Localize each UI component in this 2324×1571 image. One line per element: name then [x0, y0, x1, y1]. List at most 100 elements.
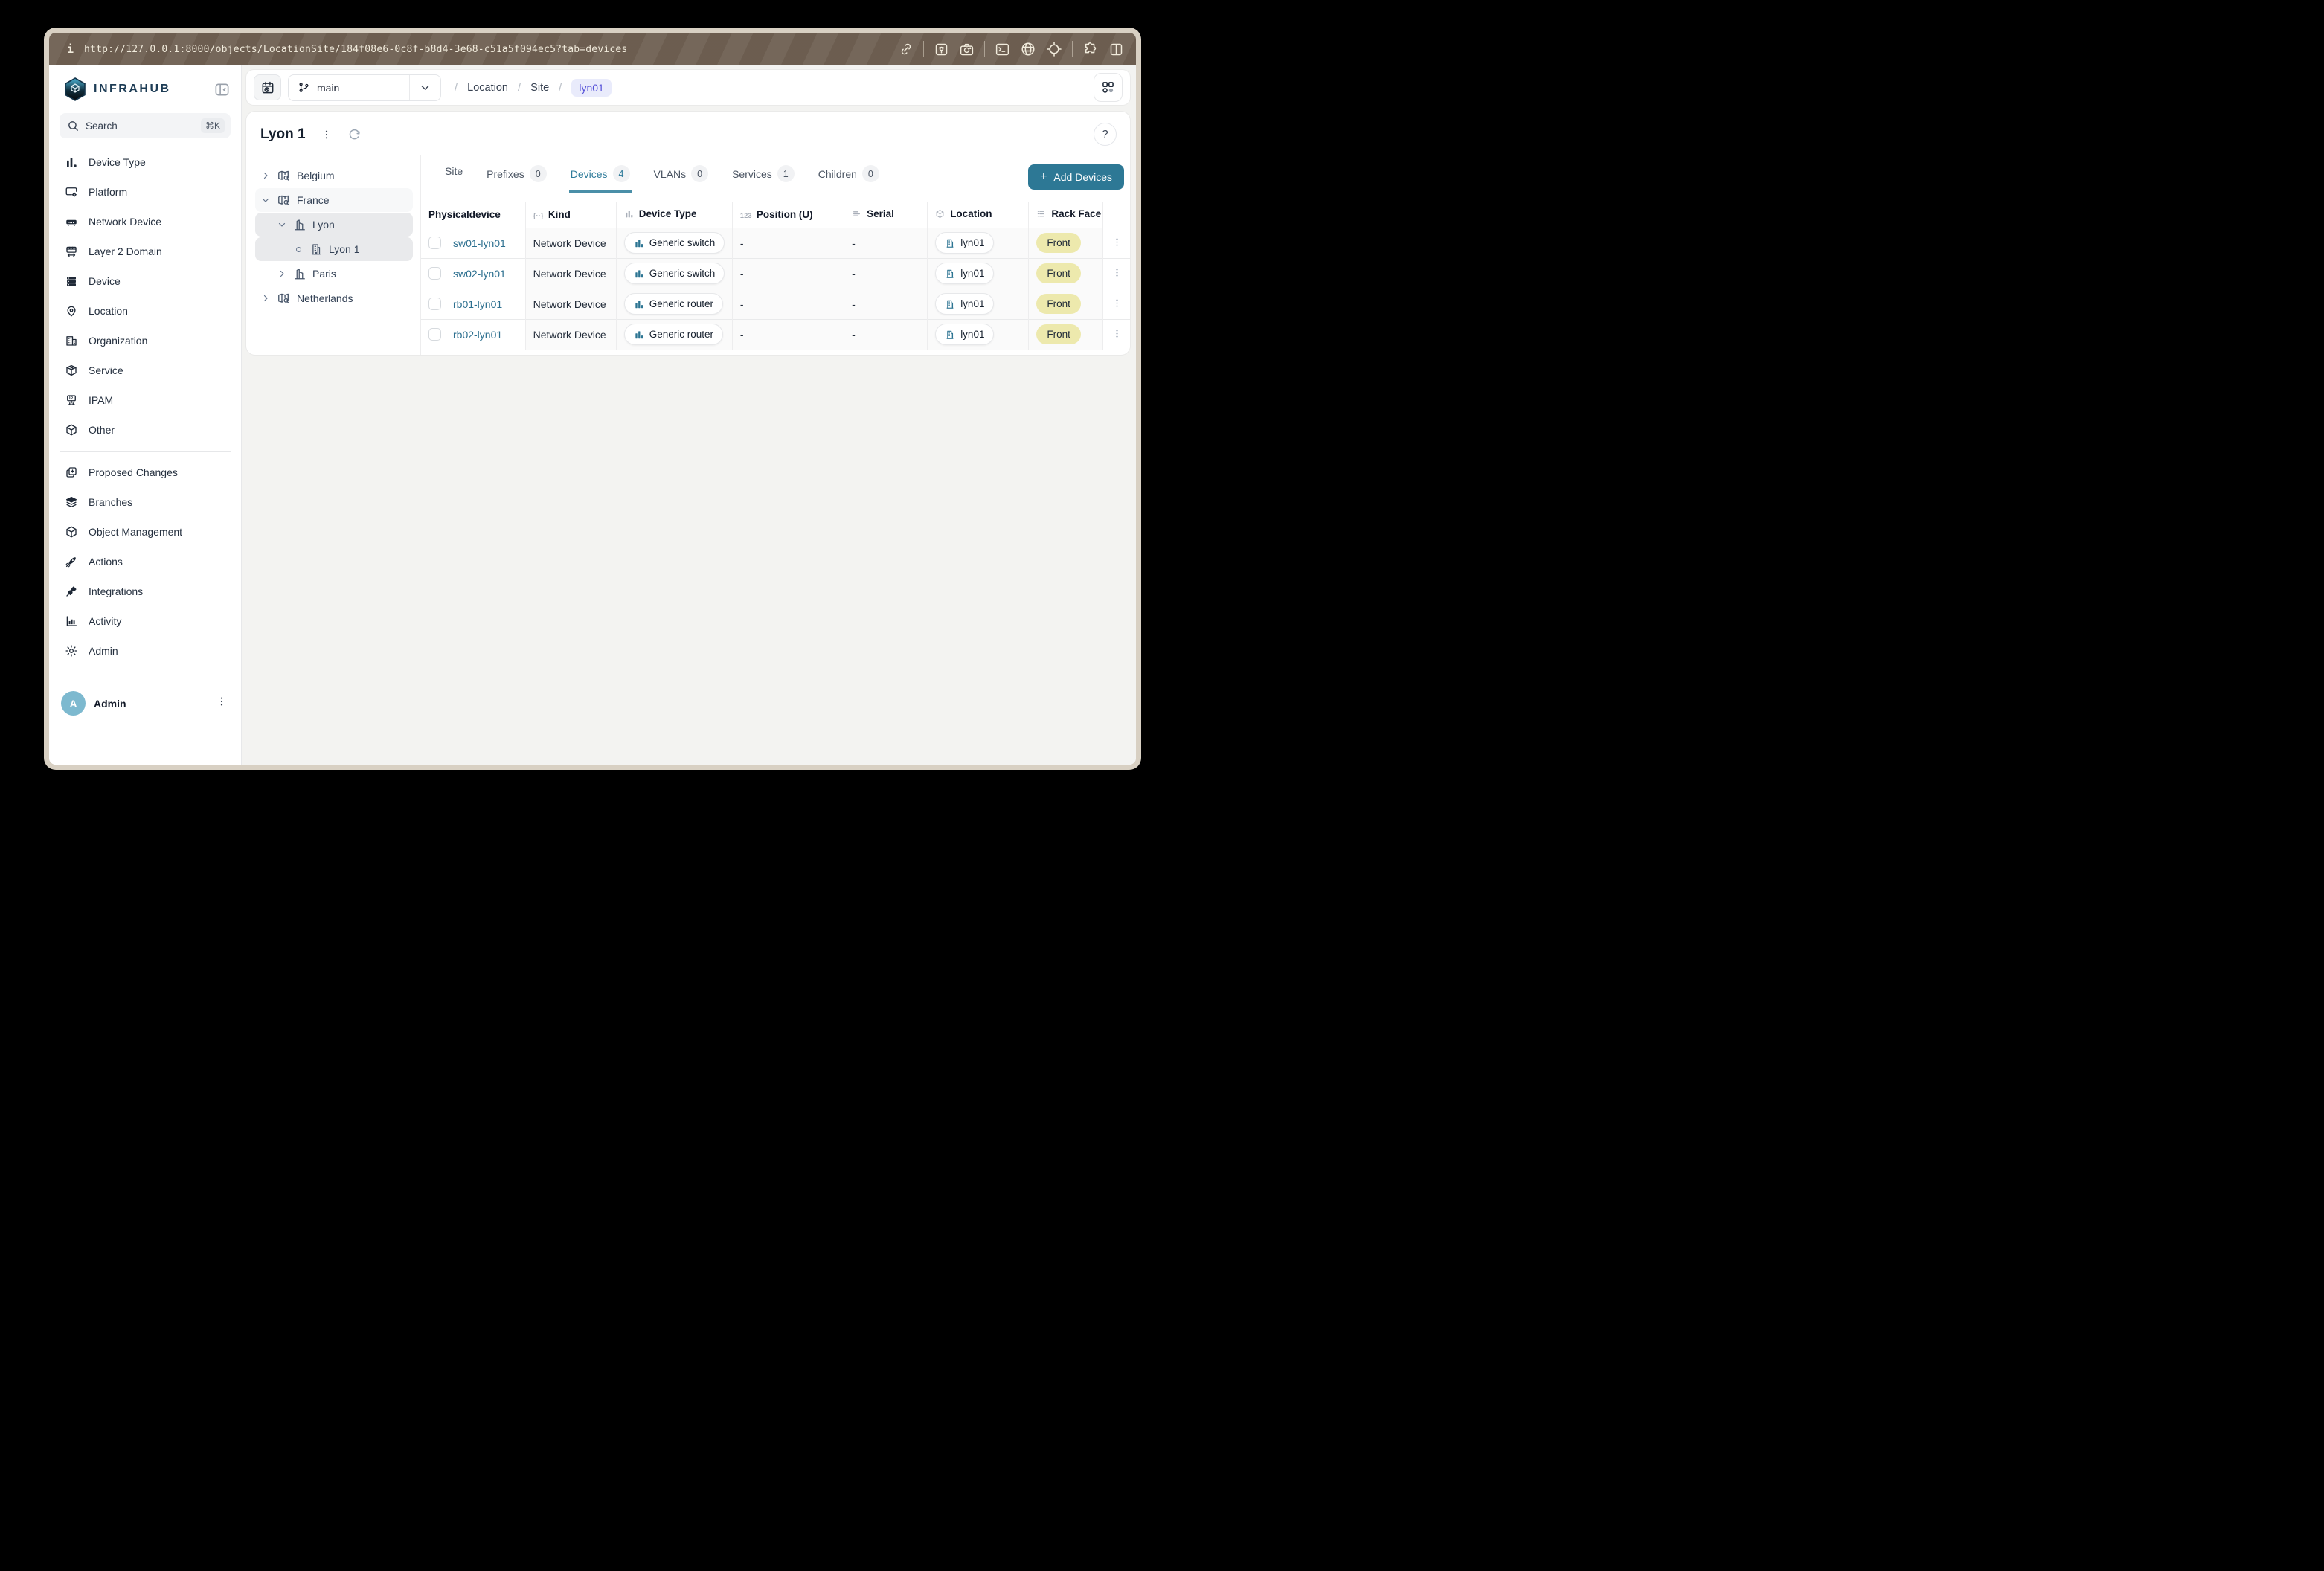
titlebar-separator — [923, 41, 924, 57]
user-kebab-icon[interactable] — [216, 695, 228, 711]
kind-value: Network Device — [533, 268, 606, 280]
puzzle-extension-icon[interactable] — [1082, 41, 1099, 57]
sidebar-collapse-icon[interactable] — [214, 81, 231, 98]
row-checkbox[interactable] — [428, 328, 441, 341]
avatar: A — [61, 691, 86, 716]
sidebar-item-integrations[interactable]: Integrations — [60, 576, 231, 606]
chevron-down-icon[interactable] — [260, 196, 271, 205]
sidebar-item-service[interactable]: Service — [60, 356, 231, 385]
chart-bar-icon — [634, 299, 644, 309]
tab-vlans[interactable]: VLANs 0 — [652, 161, 710, 193]
chevron-down-icon[interactable] — [277, 220, 287, 229]
tab-devices[interactable]: Devices 4 — [569, 161, 632, 193]
row-checkbox[interactable] — [428, 237, 441, 249]
sidebar-item-location[interactable]: Location — [60, 296, 231, 326]
chevron-down-icon[interactable] — [409, 75, 440, 100]
sidebar-item-platform[interactable]: Platform — [60, 177, 231, 207]
devices-table: Physicaldevice {··}Kind Device Type 123P… — [421, 202, 1130, 350]
leaf-dot-icon — [293, 247, 304, 252]
device-link[interactable]: rb01-lyn01 — [453, 298, 502, 310]
row-checkbox[interactable] — [428, 267, 441, 280]
device-type-pill[interactable]: Generic switch — [624, 232, 725, 254]
time-travel-button[interactable] — [254, 74, 281, 100]
refresh-icon[interactable] — [347, 127, 362, 141]
location-pill[interactable]: lyn01 — [935, 293, 994, 315]
layers-icon — [64, 495, 79, 509]
device-link[interactable]: rb02-lyn01 — [453, 329, 502, 341]
split-view-icon[interactable] — [1108, 42, 1124, 57]
tree-item-netherlands[interactable]: Netherlands — [255, 286, 413, 310]
sidebar-item-other[interactable]: Other — [60, 415, 231, 445]
breadcrumb-current[interactable]: lyn01 — [571, 79, 611, 97]
branch-selector[interactable]: main — [288, 74, 441, 101]
add-devices-button[interactable]: + Add Devices — [1028, 164, 1124, 190]
device-link[interactable]: sw01-lyn01 — [453, 237, 506, 249]
sidebar-item-layer2-domain[interactable]: Layer 2 Domain — [60, 237, 231, 266]
row-kebab-icon[interactable] — [1111, 267, 1123, 278]
sidebar-item-proposed-changes[interactable]: Proposed Changes — [60, 457, 231, 487]
row-checkbox[interactable] — [428, 298, 441, 310]
location-pill[interactable]: lyn01 — [935, 324, 994, 345]
globe-icon[interactable] — [1020, 41, 1036, 57]
location-pill[interactable]: lyn01 — [935, 263, 994, 284]
tab-count-badge: 1 — [777, 165, 795, 182]
tree-item-lyon-1[interactable]: Lyon 1 — [255, 237, 413, 261]
serial-value: - — [852, 268, 856, 280]
row-kebab-icon[interactable] — [1111, 298, 1123, 309]
sidebar-item-branches[interactable]: Branches — [60, 487, 231, 517]
cube-icon — [64, 525, 79, 539]
tree-item-lyon[interactable]: Lyon — [255, 213, 413, 237]
camera-icon[interactable] — [959, 42, 975, 57]
search-input[interactable]: Search ⌘K — [60, 113, 231, 138]
info-icon: i — [67, 42, 74, 56]
breadcrumb-location[interactable]: Location — [467, 82, 508, 94]
sidebar-item-activity[interactable]: Activity — [60, 606, 231, 636]
chevron-right-icon[interactable] — [260, 171, 271, 180]
schema-apps-button[interactable] — [1094, 73, 1123, 102]
chart-bar-icon — [634, 330, 644, 340]
device-type-pill[interactable]: Generic router — [624, 324, 723, 345]
lines-icon — [852, 209, 861, 221]
help-button[interactable]: ? — [1094, 123, 1117, 146]
screenshot-icon[interactable] — [934, 42, 949, 57]
breadcrumb-site[interactable]: Site — [530, 82, 549, 94]
row-kebab-icon[interactable] — [1111, 237, 1123, 248]
row-kebab-icon[interactable] — [1111, 328, 1123, 339]
location-pill[interactable]: lyn01 — [935, 232, 994, 254]
tree-item-belgium[interactable]: Belgium — [255, 164, 413, 187]
title-kebab-icon[interactable] — [321, 129, 333, 141]
sidebar-item-network-device[interactable]: Network Device — [60, 207, 231, 237]
map-search-icon — [277, 193, 291, 208]
breadcrumb-separator: / — [518, 81, 521, 94]
chart-bar-icon — [64, 155, 79, 169]
sidebar-item-admin[interactable]: Admin — [60, 636, 231, 666]
sidebar-item-label: Network Device — [89, 216, 161, 228]
device-type-pill[interactable]: Generic router — [624, 293, 723, 315]
url-text[interactable]: http://127.0.0.1:8000/objects/LocationSi… — [84, 44, 627, 55]
tab-services[interactable]: Services 1 — [731, 161, 796, 193]
search-icon — [67, 120, 80, 132]
tree-item-paris[interactable]: Paris — [255, 262, 413, 286]
add-devices-label: Add Devices — [1053, 171, 1112, 183]
sidebar-item-organization[interactable]: Organization — [60, 326, 231, 356]
gps-target-icon[interactable] — [1046, 41, 1062, 57]
list-details-icon — [1036, 209, 1046, 221]
device-type-pill[interactable]: Generic switch — [624, 263, 725, 284]
branch-name: main — [317, 82, 339, 94]
tree-item-france[interactable]: France — [255, 188, 413, 212]
rack-face-badge: Front — [1036, 324, 1081, 344]
chevron-right-icon[interactable] — [277, 269, 287, 278]
tab-children[interactable]: Children 0 — [817, 161, 881, 193]
sidebar-item-actions[interactable]: Actions — [60, 547, 231, 576]
tab-site[interactable]: Site — [443, 161, 464, 187]
link-icon[interactable] — [899, 42, 914, 57]
sidebar-item-device[interactable]: Device — [60, 266, 231, 296]
user-menu[interactable]: A Admin — [49, 685, 241, 722]
sidebar-item-object-management[interactable]: Object Management — [60, 517, 231, 547]
sidebar-item-ipam[interactable]: IP IPAM — [60, 385, 231, 415]
sidebar-item-device-type[interactable]: Device Type — [60, 147, 231, 177]
device-link[interactable]: sw02-lyn01 — [453, 268, 506, 280]
terminal-icon[interactable] — [995, 42, 1010, 57]
tab-prefixes[interactable]: Prefixes 0 — [485, 161, 548, 193]
chevron-right-icon[interactable] — [260, 294, 271, 303]
